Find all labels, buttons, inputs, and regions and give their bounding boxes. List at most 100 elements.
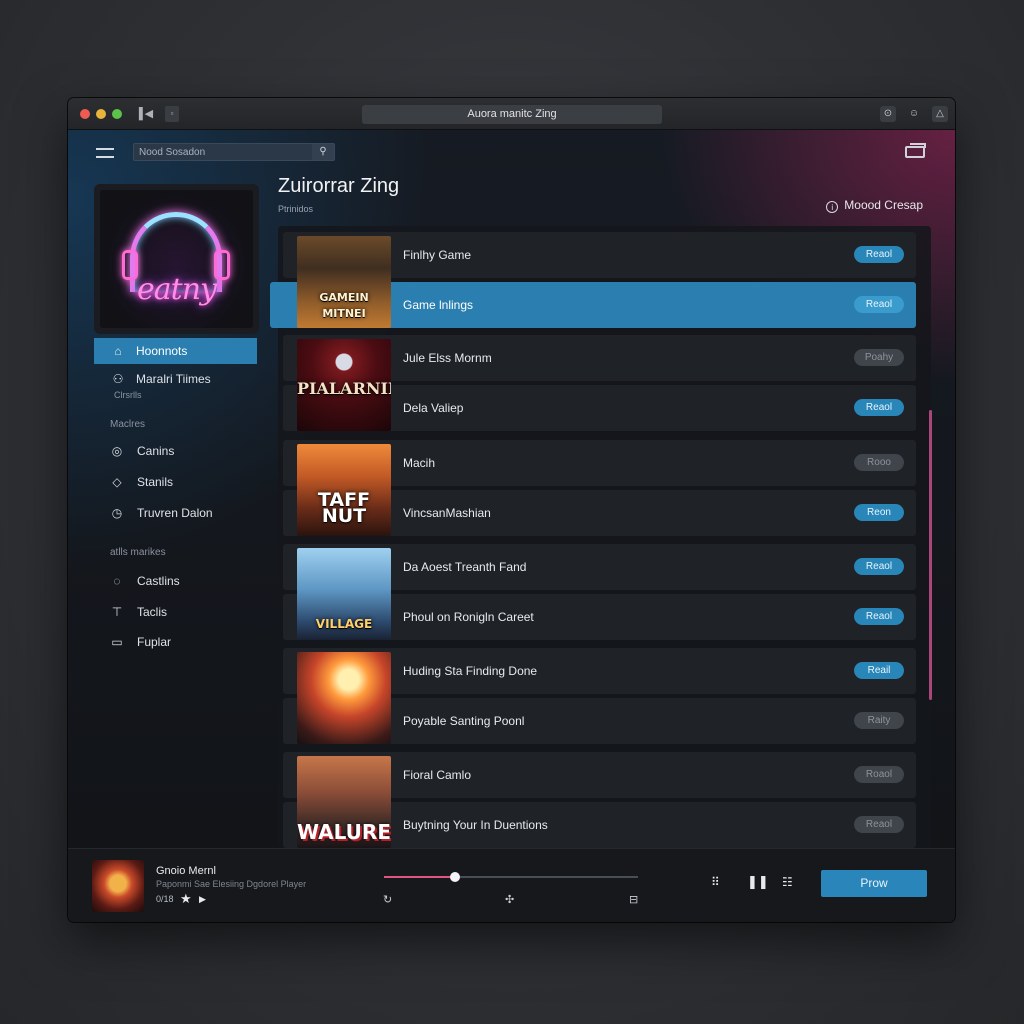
list-item-title: Buytning Your In Duentions <box>403 818 548 832</box>
game-cover[interactable] <box>297 652 391 744</box>
list-item-title: Macih <box>403 456 436 470</box>
home-icon: ⌂ <box>114 344 122 358</box>
sidebar-item-label: Maralri Tiimes <box>136 372 211 386</box>
game-cover[interactable]: GAMEIN MITNEI <box>297 236 391 328</box>
sidebar-item-label: Taclis <box>137 605 168 619</box>
list-item-title: Phoul on Ronigln Careet <box>403 610 534 624</box>
settings-icon[interactable]: ⊙ <box>880 106 896 122</box>
grid-icon[interactable]: ⠿ <box>711 875 720 889</box>
list-item-title: Huding Sta Finding Done <box>403 664 538 678</box>
main-content: ⚲ eatny ⌂ Hoonnots ⚇ Maralri Tiimes Clrs… <box>68 130 955 848</box>
list-group: WALURE Fioral Camlo Roaol Buytning Your … <box>283 752 916 852</box>
progress-fill <box>384 876 456 878</box>
clock-icon: ◷ <box>111 506 123 520</box>
cover-title: TAFF NUT <box>317 489 371 527</box>
headphones-logo: eatny <box>100 190 253 328</box>
repeat-icon[interactable]: ↻ <box>383 893 392 906</box>
list-group: PIALARNINS Jule Elss Mornm Poahy Dela Va… <box>283 335 916 435</box>
chat-icon: ◌ <box>113 574 121 588</box>
sidebar-item-truvren[interactable]: ◷ Truvren Dalon <box>94 500 257 526</box>
now-playing-title: Gnoio Mernl <box>156 865 216 877</box>
alert-icon[interactable]: △ <box>932 106 948 122</box>
page-title: Zuirorrar Zing <box>278 175 400 197</box>
favorite-star-icon[interactable]: ★ <box>180 891 192 907</box>
read-button[interactable]: Reaol <box>854 296 904 313</box>
read-button[interactable]: Rooo <box>854 454 904 471</box>
sidebar-item-fuplar[interactable]: ▭ Fuplar <box>94 629 257 655</box>
list-item-title: Game lnlings <box>403 298 474 312</box>
list-item-title: Dela Valiep <box>403 401 464 415</box>
tag-icon: ⊤ <box>111 605 123 619</box>
cover-title: PIALARNINS <box>297 379 391 398</box>
user-icon[interactable]: ☺ <box>906 106 922 122</box>
game-cover[interactable]: VILLAGE <box>297 548 391 640</box>
list-item-title: Fioral Camlo <box>403 768 472 782</box>
sidebar-item-castlins[interactable]: ◌ Castlins <box>94 568 257 594</box>
album-art-text: eatny <box>137 272 217 307</box>
sidebar-item-label: Stanils <box>137 475 174 489</box>
sidebar-section-label: Maclres <box>110 419 146 430</box>
read-button[interactable]: Reaol <box>854 558 904 575</box>
list-item-title: Poyable Santing Poonl <box>403 714 525 728</box>
people-icon: ⚇ <box>112 372 124 386</box>
search-icon[interactable]: ⚲ <box>312 144 334 160</box>
cover-title: GAMEIN MITNEI <box>319 291 369 320</box>
list-group: TAFF NUT Macih Rooo VincsanMashian Reon <box>283 440 916 540</box>
read-button[interactable]: Reail <box>854 662 904 679</box>
sidebar-item-people[interactable]: ⚇ Maralri Tiimes <box>94 366 257 392</box>
sidebar-item-home[interactable]: ⌂ Hoonnots <box>94 338 257 364</box>
list-item-title: Finlhy Game <box>403 248 472 262</box>
now-playing-subtitle: Paponmi Sae Elesiing Dgdorel Player <box>156 879 307 889</box>
play-button[interactable]: Prow <box>821 870 927 897</box>
shuffle-icon[interactable]: ✣ <box>505 893 514 906</box>
read-button[interactable]: Reaol <box>854 608 904 625</box>
skip-back-icon[interactable]: ▌◀ <box>136 106 154 122</box>
now-playing-time: 0/18 <box>156 894 174 904</box>
cover-title: VILLAGE <box>315 617 373 631</box>
read-button[interactable]: Roaol <box>854 766 904 783</box>
mood-button[interactable]: i Moood Cresap <box>826 198 923 213</box>
player-bar: Gnoio Mernl Paponmi Sae Elesiing Dgdorel… <box>68 848 955 922</box>
pause-icon[interactable]: ❚❚ <box>747 874 769 890</box>
read-button[interactable]: Poahy <box>854 349 904 366</box>
list-group: GAMEIN MITNEI Finlhy Game Reaol Game lnl… <box>270 232 916 332</box>
album-art[interactable]: eatny <box>94 184 259 334</box>
sidebar-item-label: Hoonnots <box>136 344 188 358</box>
list-group: Huding Sta Finding Done Reail Poyable Sa… <box>283 648 916 748</box>
mini-play-icon[interactable]: ▶ <box>199 894 206 905</box>
sidebar-item-taclis[interactable]: ⊤ Taclis <box>94 599 257 625</box>
title-bar: ▌◀ ▫ Auora manitc Zing ⊙ ☺ △ <box>68 98 955 130</box>
app-window: ▌◀ ▫ Auora manitc Zing ⊙ ☺ △ ⚲ eatny ⌂ <box>68 98 955 922</box>
sidebar-item-stanils[interactable]: ◇ Stanils <box>94 469 257 495</box>
game-cover[interactable]: WALURE <box>297 756 391 848</box>
info-icon: i <box>826 201 839 213</box>
mood-label: Moood Cresap <box>844 198 923 212</box>
playlist-icon[interactable]: ☷ <box>782 875 793 889</box>
read-button[interactable]: Reon <box>854 504 904 521</box>
close-window-button[interactable] <box>80 109 90 119</box>
sidebar-item-label: Truvren Dalon <box>137 506 213 520</box>
queue-icon[interactable]: ⊟ <box>629 893 638 906</box>
minimize-window-button[interactable] <box>96 109 106 119</box>
sidebar-toggle-icon[interactable]: ▫ <box>165 106 179 122</box>
sidebar-item-label: Fuplar <box>137 635 172 649</box>
read-button[interactable]: Raity <box>854 712 904 729</box>
read-button[interactable]: Reaol <box>854 399 904 416</box>
sidebar-item-label: Canins <box>137 444 175 458</box>
list-group: VILLAGE Da Aoest Treanth Fand Reaol Phou… <box>283 544 916 644</box>
game-cover[interactable]: TAFF NUT <box>297 444 391 536</box>
mini-player-icon[interactable] <box>905 143 926 158</box>
sidebar-item-sublabel: Clrsrlls <box>114 390 142 400</box>
progress-bar[interactable] <box>384 872 638 882</box>
read-button[interactable]: Reaol <box>854 246 904 263</box>
sidebar-item-canins[interactable]: ◎ Canins <box>94 438 257 464</box>
list-scrollbar[interactable] <box>929 410 932 700</box>
list-item-title: Da Aoest Treanth Fand <box>403 560 527 574</box>
now-playing-art[interactable] <box>92 860 144 912</box>
progress-knob[interactable] <box>450 872 461 882</box>
list-item-title: Jule Elss Mornm <box>403 351 492 365</box>
maximize-window-button[interactable] <box>112 109 122 119</box>
game-cover[interactable]: PIALARNINS <box>297 339 391 431</box>
read-button[interactable]: Reaol <box>854 816 904 833</box>
sidebar-section-label: atlls marikes <box>110 547 166 558</box>
